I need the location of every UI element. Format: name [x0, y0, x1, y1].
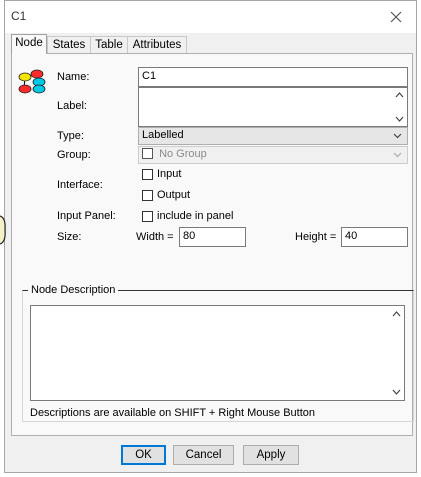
node-icon [18, 69, 46, 94]
height-label: Height = [295, 231, 337, 243]
output-checkbox-label: Output [157, 189, 191, 201]
title-bar: C1 [5, 1, 416, 33]
scroll-up-icon[interactable] [395, 92, 404, 98]
type-select[interactable]: Labelled [138, 127, 408, 145]
scroll-down-icon[interactable] [395, 116, 404, 122]
node-description-group: Node Description Descriptions are availa… [22, 284, 414, 422]
input-checkbox[interactable] [142, 169, 153, 180]
tab-table[interactable]: Table [90, 36, 128, 53]
name-label: Name: [57, 71, 90, 83]
input-panel-label: Input Panel: [57, 210, 116, 222]
width-input[interactable]: 80 [179, 227, 246, 247]
group-checkbox-icon [142, 147, 153, 159]
height-input[interactable]: 40 [341, 227, 408, 247]
interface-label: Interface: [57, 179, 103, 191]
apply-button[interactable]: Apply [243, 445, 299, 465]
node-properties-dialog: C1 Node States Table Attributes Name: C1… [4, 0, 417, 473]
label-scrollbar[interactable] [392, 88, 407, 126]
scroll-up-icon[interactable] [392, 311, 401, 317]
input-checkbox-label: Input [157, 168, 182, 180]
label-textarea[interactable] [138, 87, 408, 127]
ok-button[interactable]: OK [121, 445, 166, 465]
tab-attributes[interactable]: Attributes [127, 36, 187, 53]
description-textarea[interactable] [30, 305, 405, 401]
close-icon [390, 11, 402, 23]
group-label: Group: [57, 149, 91, 161]
close-button[interactable] [384, 5, 408, 29]
group-select[interactable]: No Group [138, 146, 408, 164]
tab-states[interactable]: States [47, 36, 91, 53]
output-checkbox[interactable] [142, 190, 153, 201]
width-label: Width = [136, 231, 174, 243]
description-hint: Descriptions are available on SHIFT + Ri… [30, 407, 316, 419]
scroll-down-icon[interactable] [392, 389, 401, 395]
type-label: Type: [57, 130, 84, 142]
include-in-panel-checkbox[interactable] [142, 211, 153, 222]
label-label: Label: [57, 100, 87, 112]
type-value: Labelled [142, 129, 184, 141]
group-value: No Group [159, 148, 207, 160]
chevron-down-icon [393, 152, 402, 158]
cancel-button[interactable]: Cancel [173, 445, 234, 465]
size-label: Size: [57, 231, 82, 243]
chevron-down-icon [393, 133, 402, 139]
background-node-fragment [0, 215, 6, 245]
node-description-title: Node Description [28, 284, 119, 296]
window-title: C1 [11, 9, 27, 23]
include-in-panel-label: include in panel [157, 210, 234, 222]
name-input[interactable]: C1 [138, 67, 408, 87]
description-scrollbar[interactable] [389, 306, 404, 400]
tab-node[interactable]: Node [11, 34, 47, 54]
node-tab-panel: Name: C1 Label: Type: Labelled Group: No… [11, 53, 414, 436]
